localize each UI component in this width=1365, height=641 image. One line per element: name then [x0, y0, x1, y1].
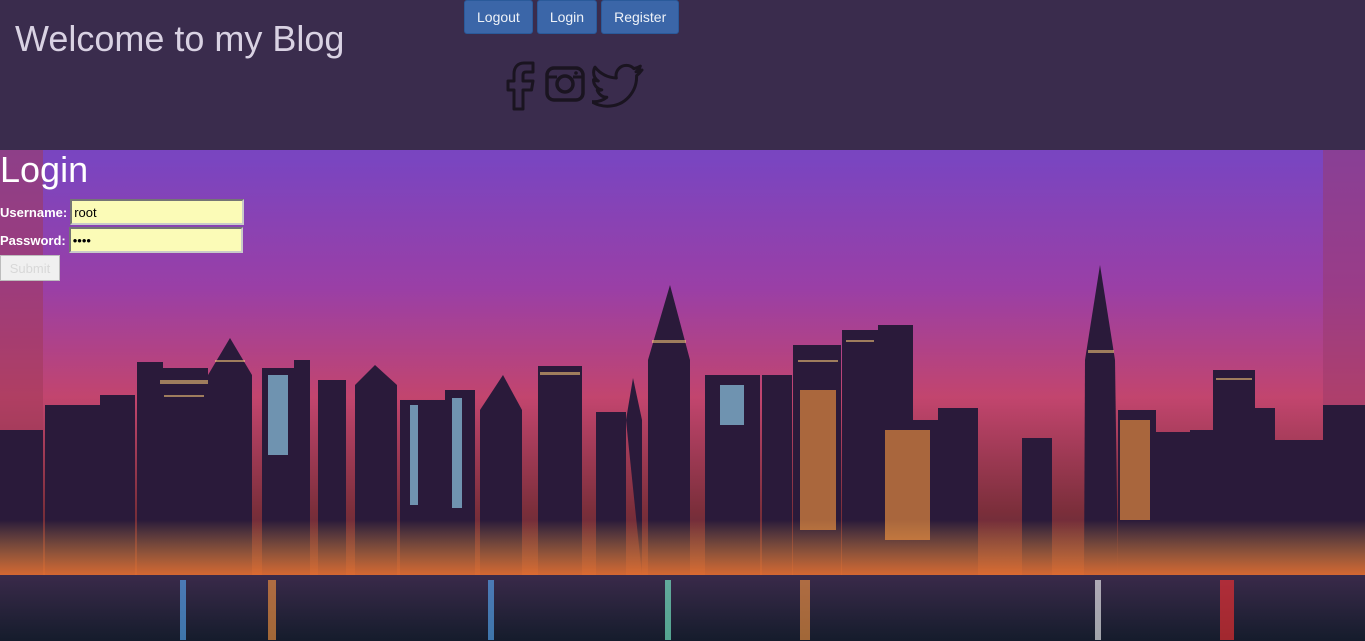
social-links [502, 60, 646, 117]
facebook-icon[interactable] [502, 60, 538, 117]
username-label: Username: [0, 204, 68, 220]
password-label: Password: [0, 232, 66, 248]
register-button[interactable]: Register [601, 0, 680, 34]
password-field[interactable] [68, 227, 243, 253]
top-nav: Logout Login Register [464, 0, 680, 34]
site-title: Welcome to my Blog [15, 18, 345, 59]
logout-button[interactable]: Logout [464, 0, 533, 34]
submit-button[interactable]: Submit [0, 255, 60, 281]
login-form: Login Username: Password: Submit [0, 149, 245, 281]
login-heading: Login [0, 149, 89, 190]
site-header: Welcome to my Blog Logout Login Register [0, 0, 1365, 150]
instagram-icon[interactable] [544, 63, 586, 114]
username-field[interactable] [70, 199, 245, 225]
login-button[interactable]: Login [536, 0, 598, 34]
twitter-icon[interactable] [590, 63, 646, 114]
username-row: Username: [0, 199, 245, 225]
password-row: Password: [0, 227, 243, 253]
